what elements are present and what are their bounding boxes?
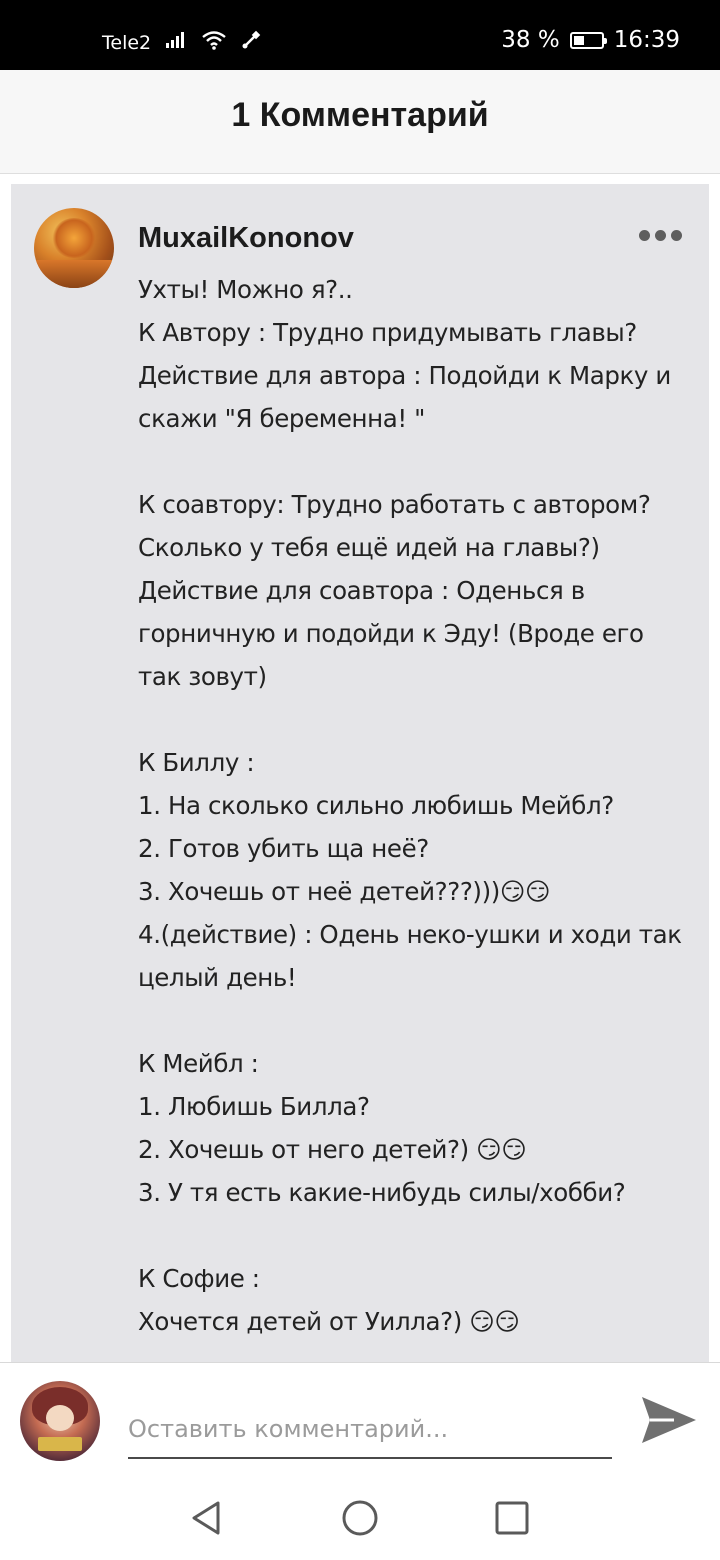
avatar-tree-shape — [52, 218, 96, 258]
more-dot — [655, 230, 666, 241]
comment-body: Ухты! Можно я?.. К Автору : Трудно приду… — [138, 275, 682, 1336]
recents-icon[interactable] — [492, 1498, 532, 1538]
comment-composer — [0, 1362, 720, 1478]
battery-level — [573, 35, 584, 45]
wifi-icon — [201, 30, 227, 55]
status-left: Tele2 — [102, 30, 261, 55]
clock: 16:39 — [613, 27, 680, 53]
more-dot — [639, 230, 650, 241]
avatar-face-shape — [46, 1405, 74, 1431]
status-right: 38 % 16:39 — [501, 27, 680, 53]
back-icon[interactable] — [186, 1498, 226, 1538]
comment-card: MuxailKononov Ухты! Можно я?.. К Автору … — [11, 184, 709, 1362]
more-horizontal-icon[interactable] — [639, 230, 682, 241]
comments-header: 1 Комментарий — [0, 70, 720, 174]
usb-icon — [241, 30, 261, 55]
comment-author-name[interactable]: MuxailKononov — [138, 222, 354, 255]
avatar-ground-shape — [34, 260, 114, 288]
page-title: 1 Комментарий — [231, 96, 489, 134]
current-user-avatar[interactable] — [20, 1381, 100, 1461]
status-bar: Tele2 38 % 16:39 — [0, 0, 720, 70]
comment-input[interactable] — [128, 1401, 612, 1459]
carrier-label: Tele2 — [102, 31, 152, 54]
battery-icon — [569, 31, 607, 49]
author-avatar[interactable] — [34, 208, 114, 288]
signal-icon — [165, 31, 187, 54]
send-icon[interactable] — [640, 1393, 698, 1447]
battery-percent: 38 % — [501, 27, 560, 53]
avatar-book-shape — [38, 1437, 82, 1451]
system-nav-bar — [0, 1478, 720, 1560]
more-dot — [671, 230, 682, 241]
home-icon[interactable] — [340, 1498, 380, 1538]
